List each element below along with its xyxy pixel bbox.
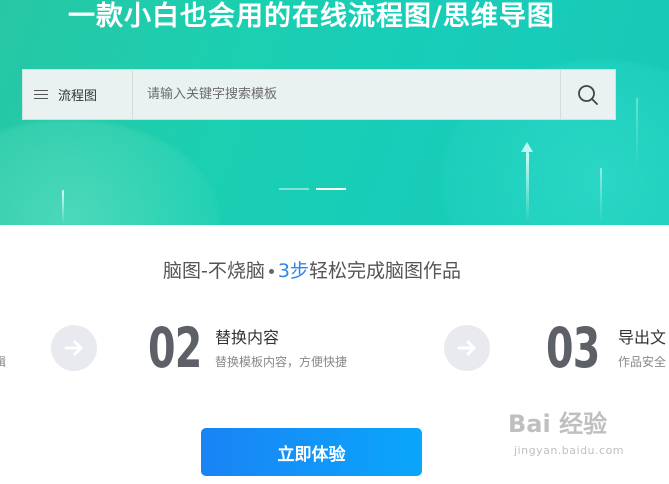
light-streak [600, 168, 602, 223]
light-streak-tip [521, 142, 533, 152]
carousel-dot-2-active[interactable] [316, 188, 346, 190]
step-03-number: 03 [546, 316, 600, 380]
watermark-brand: Bai 经验 [508, 410, 608, 438]
steps-heading-number: 3步 [277, 260, 309, 282]
arrow-right-icon [444, 325, 490, 371]
search-bar: 流程图 [22, 69, 616, 120]
light-streak [526, 152, 529, 222]
dot-separator [268, 269, 274, 274]
light-streak [62, 190, 64, 224]
light-streak [636, 98, 638, 168]
category-dropdown[interactable]: 流程图 [23, 70, 133, 119]
hero-glow [0, 120, 220, 225]
step-02-title: 替换内容 [215, 328, 280, 347]
hero-banner: 一款小白也会用的在线流程图/思维导图 流程图 [0, 0, 669, 225]
category-label: 流程图 [58, 89, 98, 104]
step-03-desc: 作品安全 [618, 355, 667, 369]
step-03-title: 导出文 [618, 328, 667, 347]
search-input[interactable] [133, 70, 560, 119]
step-02-number: 02 [148, 316, 202, 380]
steps-heading-suffix: 轻松完成脑图作品 [308, 260, 461, 282]
search-button[interactable] [560, 70, 615, 119]
baidu-jingyan-watermark: Bai 经验 jingyan.baidu.com [508, 404, 624, 457]
step-01-desc-partial: 辑 [0, 355, 7, 369]
arrow-right-icon [51, 325, 97, 371]
step-02-desc: 替换模板内容，方便快捷 [215, 355, 348, 369]
watermark-url: jingyan.baidu.com [514, 444, 625, 457]
carousel-dot-1[interactable] [279, 188, 309, 190]
menu-icon [34, 89, 48, 100]
steps-heading-prefix: 脑图-不烧脑 [163, 260, 265, 282]
try-now-button[interactable]: 立即体验 [201, 428, 422, 476]
steps-heading: 脑图-不烧脑 3步轻松完成脑图作品 [0, 256, 624, 283]
hero-title: 一款小白也会用的在线流程图/思维导图 [68, 1, 555, 32]
search-icon [578, 84, 598, 105]
